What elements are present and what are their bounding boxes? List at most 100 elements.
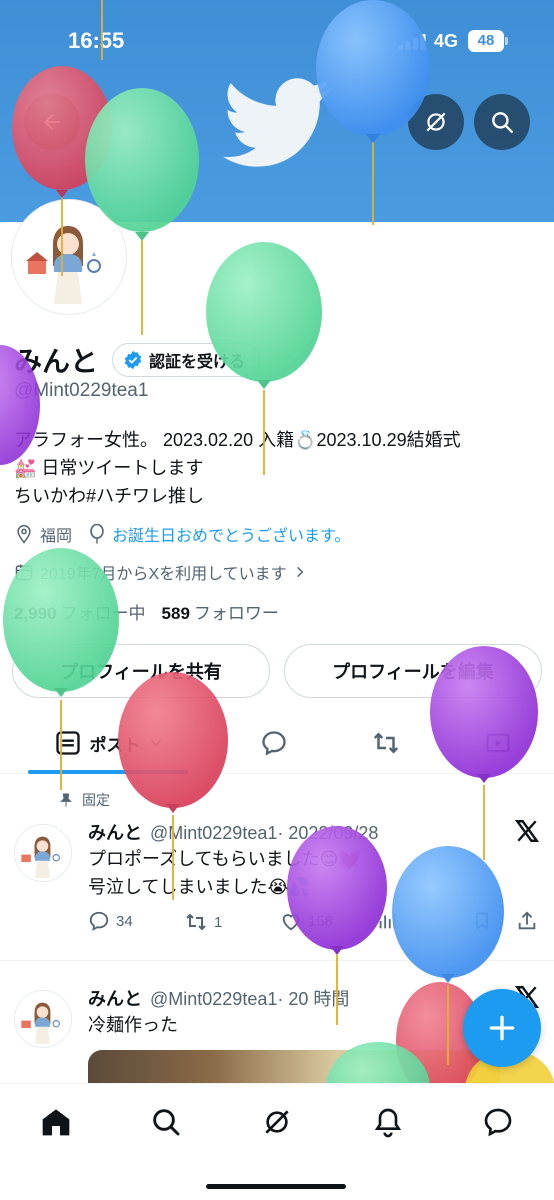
tab-posts-label: ポスト bbox=[89, 735, 141, 755]
location-text: 福岡 bbox=[40, 528, 73, 545]
share-profile-button[interactable]: プロフィールを共有 bbox=[12, 644, 270, 698]
followers-count: 589 bbox=[161, 604, 190, 623]
network-type: 4G bbox=[434, 31, 459, 51]
tweet-text: 冷麺作った bbox=[88, 1011, 178, 1039]
followers-link[interactable]: 589 フォロワー bbox=[162, 599, 279, 624]
battery-level: 48 bbox=[468, 30, 504, 52]
tweet-divider bbox=[0, 960, 554, 961]
twitter-bird-icon bbox=[223, 78, 331, 167]
tweet-handle: @Mint0229tea1 bbox=[150, 823, 278, 843]
tab-replies[interactable] bbox=[254, 712, 294, 774]
tweet-time: · 2022/09/28 bbox=[277, 823, 379, 843]
tweet-avatar[interactable] bbox=[14, 990, 72, 1048]
grok-icon bbox=[426, 112, 446, 132]
signal-icon bbox=[398, 34, 426, 50]
avatar-illustration bbox=[16, 204, 122, 310]
messages-icon bbox=[484, 1108, 512, 1137]
birthday-link[interactable]: お誕生日おめでとうございます。 bbox=[112, 522, 350, 546]
video-icon bbox=[486, 733, 510, 753]
nav-search[interactable] bbox=[146, 1102, 186, 1142]
nav-home[interactable] bbox=[36, 1102, 76, 1142]
home-indicator bbox=[206, 1184, 346, 1189]
grok-nav-icon bbox=[265, 1110, 289, 1134]
chevron-down-icon bbox=[150, 740, 161, 747]
tweet-header: みんと @Mint0229tea1· 20 時間 bbox=[88, 985, 349, 1011]
search-icon bbox=[153, 1109, 180, 1136]
reply-button[interactable]: 34 bbox=[88, 910, 133, 932]
location-icon bbox=[17, 524, 31, 544]
posts-icon bbox=[55, 731, 80, 755]
bio-line: アラフォー女性。 2023.02.20 入籍💍2023.10.29結婚式 bbox=[14, 430, 461, 450]
tweet-line: 号泣してしまいました😭💦 bbox=[88, 877, 311, 897]
retweet-icon bbox=[186, 913, 206, 931]
calendar-icon bbox=[15, 564, 33, 581]
plus-icon bbox=[489, 1015, 515, 1041]
bottom-navigation bbox=[0, 1083, 554, 1200]
pin-icon bbox=[60, 793, 72, 807]
profile-handle: @Mint0229tea1 bbox=[14, 380, 149, 401]
joined-date[interactable]: 2019年7月からXを利用しています bbox=[14, 560, 307, 584]
avatar-illustration bbox=[15, 825, 71, 881]
profile-tabs: ポスト bbox=[0, 712, 554, 774]
pinned-indicator: 固定 bbox=[58, 790, 110, 810]
tab-reposts[interactable] bbox=[366, 712, 406, 774]
search-button[interactable] bbox=[474, 94, 530, 150]
like-count: 158 bbox=[308, 912, 334, 930]
replies-icon bbox=[262, 731, 286, 756]
x-logo-icon bbox=[514, 820, 540, 842]
search-icon bbox=[492, 112, 513, 133]
reply-count: 34 bbox=[116, 912, 133, 930]
tab-videos[interactable] bbox=[478, 712, 518, 774]
home-icon bbox=[42, 1109, 70, 1136]
get-verified-button[interactable]: 認証を受ける bbox=[112, 343, 261, 377]
tweet-line: 冷麺作った bbox=[88, 1015, 178, 1035]
retweet-count: 1 bbox=[214, 913, 223, 931]
retweet-button[interactable]: 1 bbox=[184, 910, 222, 934]
reply-icon bbox=[89, 911, 109, 931]
edit-profile-button[interactable]: プロフィールを編集 bbox=[284, 644, 542, 698]
back-arrow-icon bbox=[44, 114, 60, 130]
battery-indicator: 48 bbox=[468, 30, 508, 52]
balloon-icon bbox=[90, 524, 104, 544]
views-icon bbox=[379, 913, 396, 929]
like-button[interactable]: 158 bbox=[280, 910, 333, 932]
back-button[interactable] bbox=[24, 94, 80, 150]
profile-avatar[interactable] bbox=[12, 200, 126, 314]
following-link[interactable]: 2,990 フォロー中 bbox=[14, 599, 146, 624]
bookmark-button[interactable] bbox=[472, 910, 492, 932]
share-icon bbox=[518, 911, 536, 930]
status-time: 16:55 bbox=[68, 28, 125, 53]
tweet-header: みんと @Mint0229tea1· 2022/09/28 bbox=[88, 819, 378, 845]
avatar-illustration bbox=[15, 991, 71, 1047]
nav-notifications[interactable] bbox=[368, 1102, 408, 1142]
following-count: 2,990 bbox=[14, 604, 57, 623]
joined-text: 2019年7月からXを利用しています bbox=[40, 566, 287, 583]
bookmark-icon bbox=[476, 912, 488, 931]
notifications-icon bbox=[374, 1108, 402, 1138]
nav-grok[interactable] bbox=[257, 1102, 297, 1142]
retweet-icon bbox=[373, 732, 399, 754]
bio-line: ちいかわ#ハチワレ推し bbox=[14, 486, 205, 506]
followers-label: フォロワー bbox=[193, 604, 279, 623]
views-button[interactable] bbox=[376, 910, 398, 932]
nav-messages[interactable] bbox=[478, 1102, 518, 1142]
pinned-label: 固定 bbox=[82, 792, 110, 808]
tweet-actions: 34 1 158 bbox=[88, 910, 538, 934]
bio-line: 💒 日常ツイートします bbox=[14, 458, 204, 478]
tweet-author-name: みんと bbox=[88, 989, 142, 1009]
following-label: フォロー中 bbox=[60, 604, 146, 623]
share-button[interactable] bbox=[516, 910, 538, 932]
tab-posts[interactable]: ポスト bbox=[28, 712, 188, 774]
profile-bio: アラフォー女性。 2023.02.20 入籍💍2023.10.29結婚式 💒 日… bbox=[14, 426, 544, 510]
tweet-avatar[interactable] bbox=[14, 824, 72, 882]
active-tab-indicator bbox=[28, 770, 188, 774]
compose-post-button[interactable] bbox=[463, 989, 541, 1067]
tweet-text: プロポーズしてもらいました😊💓 号泣してしまいました😭💦 bbox=[88, 845, 361, 901]
follow-stats: 2,990 フォロー中 589 フォロワー bbox=[14, 599, 279, 624]
tweet-time: · 20 時間 bbox=[277, 989, 350, 1009]
tweet-handle: @Mint0229tea1 bbox=[150, 989, 278, 1009]
status-bar: 16:55 4G 48 bbox=[0, 0, 554, 84]
grok-button[interactable] bbox=[408, 94, 464, 150]
profile-meta: 福岡 お誕生日おめでとうございます。 bbox=[14, 522, 350, 546]
chevron-right-icon bbox=[296, 566, 304, 578]
